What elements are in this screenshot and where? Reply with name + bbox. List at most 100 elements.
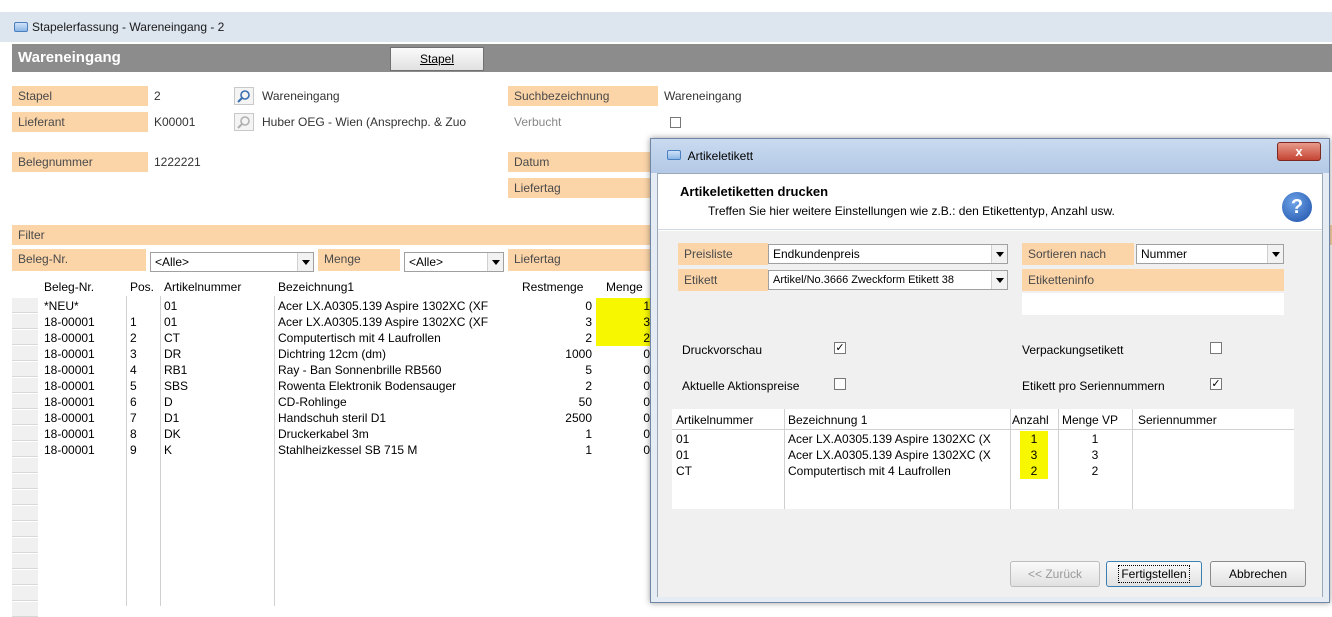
col-header-restmenge[interactable]: Restmenge xyxy=(522,280,583,295)
help-icon[interactable]: ? xyxy=(1282,192,1312,222)
chevron-down-icon[interactable] xyxy=(991,245,1007,263)
aktionspreise-checkbox[interactable] xyxy=(834,378,846,390)
stapel-description: Wareneingang xyxy=(256,86,490,106)
row-selector[interactable] xyxy=(12,570,38,585)
cell-beleg: 18-00001 xyxy=(44,315,95,329)
col-header-pos[interactable]: Pos. xyxy=(130,280,154,295)
dialog-cell-anzahl[interactable]: 2 xyxy=(1020,463,1048,479)
dialog-cell-bez: Computertisch mit 4 Laufrollen xyxy=(788,464,951,478)
app-icon xyxy=(667,150,681,160)
cell-menge[interactable]: 0 xyxy=(596,362,650,378)
cell-menge[interactable]: 0 xyxy=(596,442,650,458)
filter-beleg-select[interactable]: <Alle> xyxy=(150,252,314,272)
cell-bez: CD-Rohlinge xyxy=(278,395,347,409)
cancel-button[interactable]: Abbrechen xyxy=(1210,561,1306,587)
finish-button[interactable]: Fertigstellen xyxy=(1106,561,1202,587)
cell-menge[interactable]: 0 xyxy=(596,378,650,394)
verpackung-checkbox[interactable] xyxy=(1210,342,1222,354)
cell-menge[interactable]: 0 xyxy=(596,346,650,362)
dialog-cell-anzahl[interactable]: 3 xyxy=(1020,447,1048,463)
row-selector[interactable] xyxy=(12,586,38,601)
back-button[interactable]: << Zurück xyxy=(1010,561,1100,587)
row-selector[interactable] xyxy=(12,554,38,569)
etikett-value: Artikel/No.3666 Zweckform Etikett 38 xyxy=(773,274,954,286)
druckvorschau-checkbox[interactable]: ✓ xyxy=(834,342,846,354)
col-header-menge[interactable]: Menge xyxy=(606,280,643,295)
col-header-artikelnummer[interactable]: Artikelnummer xyxy=(164,280,241,295)
col-header-bezeichnung[interactable]: Bezeichnung1 xyxy=(278,280,354,295)
row-selector[interactable] xyxy=(12,458,38,473)
table-row[interactable]: 18-00001 4 RB1 Ray - Ban Sonnenbrille RB560… xyxy=(12,362,652,378)
col-header-menge-vp[interactable]: Menge VP xyxy=(1062,413,1118,427)
lieferant-lookup-button[interactable] xyxy=(234,113,254,131)
cell-beleg: 18-00001 xyxy=(44,379,95,393)
app-icon xyxy=(14,22,28,32)
cell-menge[interactable]: 3 xyxy=(596,314,650,330)
grid-divider xyxy=(160,296,161,606)
cell-art: DK xyxy=(164,427,181,441)
table-row[interactable]: 18-00001 1 01 Acer LX.A0305.139 Aspire 1302… xyxy=(12,314,652,330)
filter-menge-value: <Alle> xyxy=(409,255,444,269)
table-row[interactable]: 18-00001 2 CT Computertisch mit 4 Laufrolle… xyxy=(12,330,652,346)
sortieren-select[interactable]: Nummer xyxy=(1136,244,1284,264)
row-selector[interactable] xyxy=(12,474,38,489)
chevron-down-icon[interactable] xyxy=(297,253,313,271)
preisliste-label: Preisliste xyxy=(678,243,768,265)
col-header-seriennummer[interactable]: Seriennummer xyxy=(1138,413,1217,427)
cell-menge[interactable]: 0 xyxy=(596,394,650,410)
stapel-lookup-button[interactable] xyxy=(234,87,254,105)
chevron-down-icon[interactable] xyxy=(991,271,1007,289)
cell-beleg: 18-00001 xyxy=(44,427,95,441)
dialog-cell-anzahl[interactable]: 1 xyxy=(1020,431,1048,447)
stapel-input[interactable]: 2 xyxy=(148,86,230,106)
seriennummern-checkbox[interactable]: ✓ xyxy=(1210,378,1222,390)
table-row[interactable]: *NEU* 01 Acer LX.A0305.139 Aspire 1302XC (… xyxy=(12,298,652,314)
preisliste-select[interactable]: Endkundenpreis xyxy=(768,244,1008,264)
table-row[interactable]: 18-00001 3 DR Dichtring 12cm (dm) 1000 0 xyxy=(12,346,652,362)
etikett-select[interactable]: Artikel/No.3666 Zweckform Etikett 38 xyxy=(768,270,1008,290)
belegnummer-input[interactable]: 1222221 xyxy=(148,152,490,172)
table-row[interactable]: 18-00001 7 D1 Handschuh steril D1 2500 0 xyxy=(12,410,652,426)
row-selector[interactable] xyxy=(12,490,38,505)
etiketteninfo-field[interactable] xyxy=(1022,293,1284,315)
table-row[interactable]: 18-00001 6 D CD-Rohlinge 50 0 xyxy=(12,394,652,410)
stapel-button[interactable]: Stapel xyxy=(390,47,484,71)
close-button[interactable]: x xyxy=(1277,142,1321,161)
col-header-bezeichnung[interactable]: Bezeichnung 1 xyxy=(788,413,867,427)
cell-menge[interactable]: 0 xyxy=(596,426,650,442)
cell-rest: 50 xyxy=(578,395,592,409)
dialog-panel: Preisliste Endkundenpreis Etikett Artike… xyxy=(658,231,1322,597)
table-row[interactable]: 18-00001 5 SBS Rowenta Elektronik Bodensaug… xyxy=(12,378,652,394)
cell-pos: 1 xyxy=(130,315,137,329)
row-selector[interactable] xyxy=(12,506,38,521)
verbucht-checkbox[interactable] xyxy=(670,117,681,128)
row-selector[interactable] xyxy=(12,602,38,617)
cell-menge[interactable]: 0 xyxy=(596,410,650,426)
table-row[interactable]: 18-00001 8 DK Druckerkabel 3m 1 0 xyxy=(12,426,652,442)
row-selector[interactable] xyxy=(12,538,38,553)
col-header-artikelnummer[interactable]: Artikelnummer xyxy=(676,413,753,427)
table-row[interactable]: 18-00001 9 K Stahlheizkessel SB 715 M 10 xyxy=(12,442,652,458)
cell-art: DR xyxy=(164,347,182,361)
suchbezeichnung-label: Suchbezeichnung xyxy=(508,86,658,106)
cell-menge[interactable]: 1 xyxy=(596,298,650,314)
grid-divider xyxy=(126,296,127,606)
chevron-down-icon[interactable] xyxy=(1267,245,1283,263)
cell-bez: Stahlheizkessel SB 715 M xyxy=(278,443,418,457)
table-divider xyxy=(784,409,785,509)
verbucht-label: Verbucht xyxy=(508,112,658,132)
cell-menge[interactable]: 2 xyxy=(596,330,650,346)
lieferant-input[interactable]: K00001 xyxy=(148,112,230,132)
col-header-anzahl[interactable]: Anzahl xyxy=(1012,413,1049,427)
page-title: Wareneingang xyxy=(18,49,121,66)
page-header: Wareneingang xyxy=(12,44,1332,72)
suchbezeichnung-input[interactable]: Wareneingang xyxy=(658,86,1332,106)
col-header-beleg[interactable]: Beleg-Nr. xyxy=(44,280,94,295)
chevron-down-icon[interactable] xyxy=(487,253,503,271)
filter-menge-select[interactable]: <Alle> xyxy=(404,252,504,272)
cell-rest: 2 xyxy=(585,331,592,345)
cell-rest: 3 xyxy=(585,315,592,329)
row-selector[interactable] xyxy=(12,522,38,537)
dialog-cell-vp: 1 xyxy=(1091,432,1099,446)
artikeletikett-dialog: Artikeletikett x Artikeletiketten drucke… xyxy=(650,138,1330,603)
